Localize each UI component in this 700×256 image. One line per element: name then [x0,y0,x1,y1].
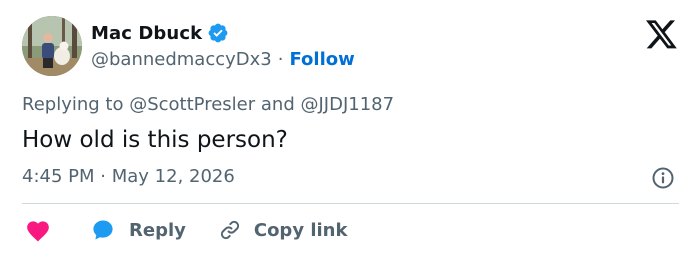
tweet-date: May 12, 2026 [111,166,235,187]
follow-button[interactable]: Follow [289,49,354,70]
like-button[interactable] [22,218,51,242]
x-logo-icon[interactable] [646,20,678,50]
replying-to-prefix: Replying to [22,94,124,115]
copy-link-label: Copy link [253,219,348,241]
reply-label: Reply [129,219,186,241]
author-display-name[interactable]: Mac Dbuck [91,23,202,44]
author-handle-row: @bannedmaccyDx3 · Follow [91,47,355,71]
mention-link-2[interactable]: @JJDJ1187 [300,94,394,115]
replying-to-joiner: and [260,94,295,115]
reply-bubble-icon [91,218,115,242]
reply-button[interactable]: Reply [91,218,186,242]
tweet-timestamp[interactable]: 4:45 PM · May 12, 2026 [22,165,235,189]
copy-link-button[interactable]: Copy link [218,218,348,242]
tweet-text: How old is this person? [22,127,288,153]
mention-link-1[interactable]: @ScottPresler [129,94,255,115]
divider [22,203,679,204]
author-handle[interactable]: @bannedmaccyDx3 [91,49,272,70]
tweet-time: 4:45 PM [22,166,95,187]
author-name-row: Mac Dbuck [91,21,229,45]
avatar[interactable] [22,16,82,76]
timestamp-separator: · [100,166,106,187]
handle-separator: · [277,48,284,70]
action-bar: Reply Copy link [22,216,347,244]
info-icon[interactable] [651,166,675,190]
replying-to-line: Replying to @ScottPresler and @JJDJ1187 [22,93,394,117]
heart-icon [25,218,51,242]
link-icon [218,218,242,242]
verified-badge-icon [207,22,229,44]
